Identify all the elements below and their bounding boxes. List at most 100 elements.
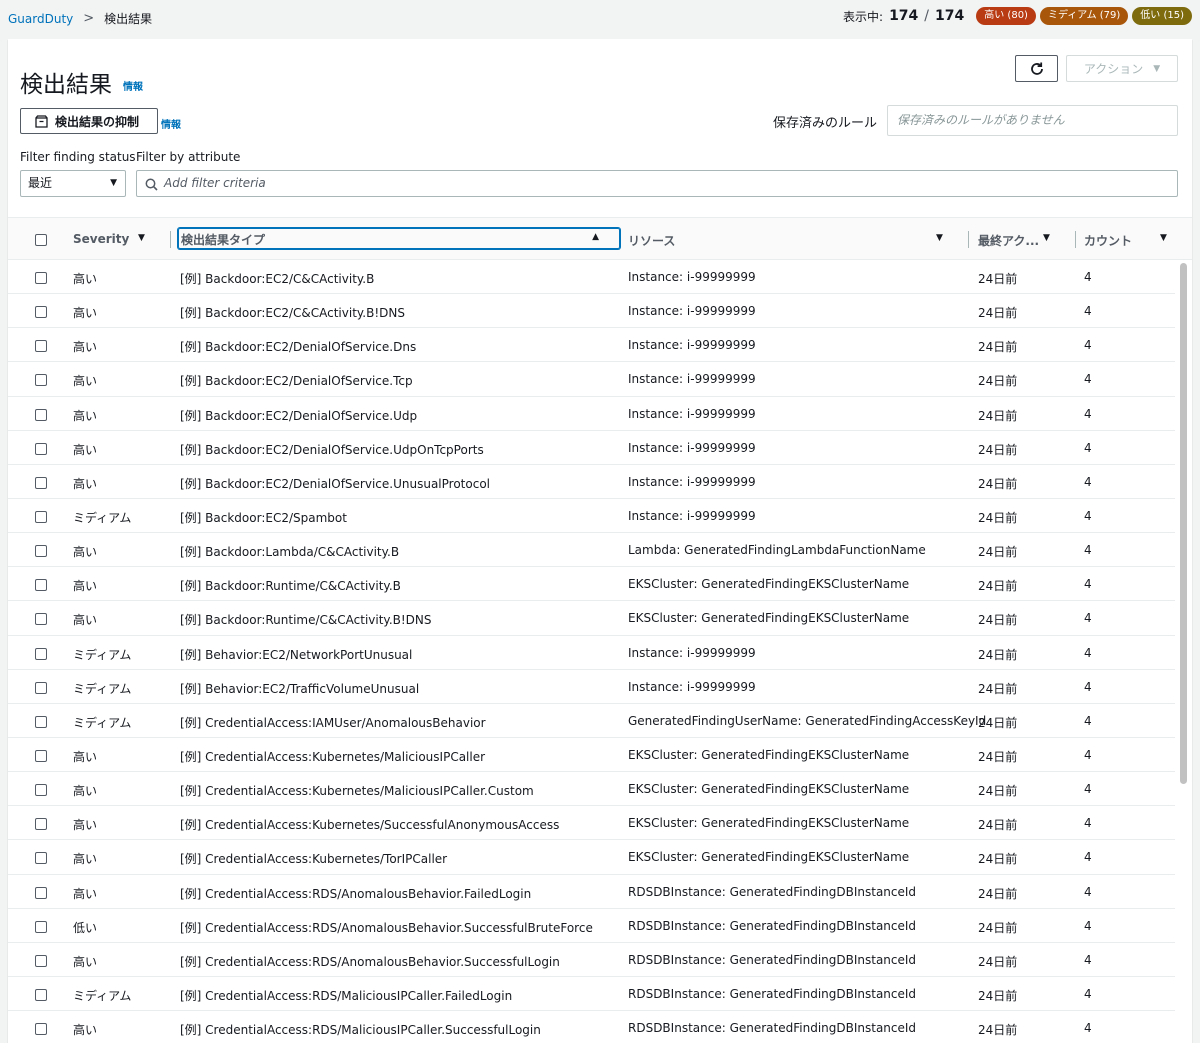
row-last-seen: 24日前 bbox=[978, 545, 1018, 560]
table-row[interactable]: 高い [例] CredentialAccess:Kubernetes/Malici… bbox=[8, 738, 1175, 773]
select-all-checkbox[interactable] bbox=[35, 234, 47, 246]
row-finding-type[interactable]: [例] Backdoor:EC2/DenialOfService.Tcp bbox=[180, 372, 413, 389]
table-row[interactable]: ミディアム [例] CredentialAccess:RDS/MaliciousI… bbox=[8, 977, 1175, 1012]
table-row[interactable]: ミディアム [例] Behavior:EC2/TrafficVolumeUnusu… bbox=[8, 670, 1175, 704]
row-finding-type[interactable]: [例] Backdoor:Lambda/C&CActivity.B bbox=[180, 543, 399, 560]
row-checkbox[interactable] bbox=[35, 715, 47, 728]
row-checkbox[interactable] bbox=[35, 954, 47, 967]
actions-dropdown[interactable]: アクション ▼ bbox=[1066, 55, 1178, 82]
row-checkbox[interactable] bbox=[35, 988, 47, 1001]
row-finding-type[interactable]: [例] Behavior:EC2/TrafficVolumeUnusual bbox=[180, 680, 419, 697]
row-checkbox[interactable] bbox=[35, 613, 47, 626]
row-checkbox[interactable] bbox=[35, 749, 47, 762]
column-count[interactable]: カウント bbox=[1084, 232, 1132, 249]
title-info-link[interactable]: 情報 bbox=[123, 78, 143, 93]
row-finding-type[interactable]: [例] Backdoor:EC2/DenialOfService.Udp bbox=[180, 407, 417, 424]
table-row[interactable]: 高い [例] Backdoor:EC2/DenialOfService.Udp In… bbox=[8, 397, 1175, 431]
row-checkbox[interactable] bbox=[35, 374, 47, 387]
row-finding-type[interactable]: [例] Backdoor:EC2/Spambot bbox=[180, 509, 347, 526]
row-finding-type[interactable]: [例] CredentialAccess:RDS/AnomalousBehavi… bbox=[180, 919, 593, 936]
table-row[interactable]: 高い [例] CredentialAccess:RDS/AnomalousBeha… bbox=[8, 875, 1175, 909]
row-checkbox[interactable] bbox=[35, 647, 47, 660]
row-checkbox[interactable] bbox=[35, 579, 47, 592]
row-finding-type[interactable]: [例] Backdoor:Runtime/C&CActivity.B bbox=[180, 577, 401, 594]
row-checkbox[interactable] bbox=[35, 442, 47, 455]
row-finding-type[interactable]: [例] Backdoor:EC2/DenialOfService.Dns bbox=[180, 338, 416, 355]
row-checkbox[interactable] bbox=[35, 545, 47, 558]
row-finding-type[interactable]: [例] CredentialAccess:IAMUser/AnomalousBe… bbox=[180, 714, 486, 731]
table-row[interactable]: ミディアム [例] CredentialAccess:IAMUser/Anomal… bbox=[8, 704, 1175, 738]
row-checkbox[interactable] bbox=[35, 340, 47, 353]
row-finding-type[interactable]: [例] Backdoor:EC2/C&CActivity.B bbox=[180, 270, 374, 287]
low-severity-badge[interactable]: 低い (15) bbox=[1132, 7, 1192, 25]
row-last-seen: 24日前 bbox=[978, 442, 1018, 457]
finding-status-select[interactable]: 最近 ▼ bbox=[20, 170, 126, 197]
column-divider[interactable] bbox=[170, 231, 171, 248]
row-checkbox[interactable] bbox=[35, 920, 47, 933]
table-row[interactable]: 高い [例] Backdoor:Runtime/C&CActivity.B!DNS… bbox=[8, 601, 1175, 636]
row-count: 4 bbox=[1084, 508, 1092, 523]
table-row[interactable]: 高い [例] Backdoor:Runtime/C&CActivity.B EKSC… bbox=[8, 567, 1175, 602]
breadcrumb-guardduty-link[interactable]: GuardDuty bbox=[8, 12, 73, 26]
row-finding-type[interactable]: [例] CredentialAccess:RDS/MaliciousIPCall… bbox=[180, 987, 512, 1004]
column-divider[interactable] bbox=[968, 231, 969, 248]
column-resource[interactable]: リソース bbox=[628, 232, 675, 249]
table-row[interactable]: 高い [例] CredentialAccess:Kubernetes/Malici… bbox=[8, 772, 1175, 807]
row-checkbox[interactable] bbox=[35, 476, 47, 489]
row-count: 4 bbox=[1084, 440, 1092, 455]
sort-severity-icon[interactable]: ▼ bbox=[138, 233, 145, 243]
row-finding-type[interactable]: [例] Backdoor:EC2/DenialOfService.Unusual… bbox=[180, 475, 490, 492]
table-row[interactable]: 低い [例] CredentialAccess:RDS/AnomalousBeha… bbox=[8, 909, 1175, 943]
row-finding-type[interactable]: [例] CredentialAccess:RDS/AnomalousBehavi… bbox=[180, 885, 531, 902]
column-severity[interactable]: Severity bbox=[73, 232, 129, 246]
row-checkbox[interactable] bbox=[35, 408, 47, 421]
row-finding-type[interactable]: [例] Backdoor:EC2/C&CActivity.B!DNS bbox=[180, 304, 405, 321]
table-row[interactable]: 高い [例] Backdoor:EC2/DenialOfService.Dns In… bbox=[8, 328, 1175, 363]
table-row[interactable]: ミディアム [例] Backdoor:EC2/Spambot Instance: i… bbox=[8, 499, 1175, 534]
sort-last-seen-icon[interactable]: ▼ bbox=[1043, 233, 1050, 243]
row-finding-type[interactable]: [例] Backdoor:Runtime/C&CActivity.B!DNS bbox=[180, 611, 432, 628]
row-finding-type[interactable]: [例] CredentialAccess:Kubernetes/Maliciou… bbox=[180, 782, 534, 799]
row-finding-type[interactable]: [例] Backdoor:EC2/DenialOfService.UdpOnTc… bbox=[180, 441, 484, 458]
row-finding-type[interactable]: [例] CredentialAccess:RDS/AnomalousBehavi… bbox=[180, 953, 560, 970]
row-finding-type[interactable]: [例] CredentialAccess:Kubernetes/TorIPCal… bbox=[180, 850, 447, 867]
row-finding-type[interactable]: [例] CredentialAccess:Kubernetes/Maliciou… bbox=[180, 748, 485, 765]
table-row[interactable]: 高い [例] Backdoor:EC2/C&CActivity.B Instance… bbox=[8, 260, 1175, 295]
table-row[interactable]: 高い [例] Backdoor:EC2/DenialOfService.UdpOn… bbox=[8, 431, 1175, 465]
row-checkbox[interactable] bbox=[35, 784, 47, 797]
row-checkbox[interactable] bbox=[35, 818, 47, 831]
sort-count-icon[interactable]: ▼ bbox=[1160, 233, 1167, 243]
table-row[interactable]: 高い [例] Backdoor:Lambda/C&CActivity.B Lambd… bbox=[8, 533, 1175, 568]
table-row[interactable]: 高い [例] Backdoor:EC2/DenialOfService.Unusu… bbox=[8, 465, 1175, 499]
suppress-findings-button[interactable]: 検出結果の抑制 bbox=[20, 108, 158, 134]
vertical-scrollbar[interactable] bbox=[1180, 263, 1187, 784]
row-checkbox[interactable] bbox=[35, 306, 47, 319]
medium-severity-badge[interactable]: ミディアム (79) bbox=[1039, 7, 1129, 25]
table-row[interactable]: 高い [例] Backdoor:EC2/DenialOfService.Tcp In… bbox=[8, 362, 1175, 397]
row-finding-type[interactable]: [例] Behavior:EC2/NetworkPortUnusual bbox=[180, 646, 412, 663]
table-row[interactable]: 高い [例] CredentialAccess:Kubernetes/TorIPC… bbox=[8, 840, 1175, 875]
column-type-sorted[interactable]: 検出結果タイプ ▲ bbox=[178, 228, 620, 249]
row-resource: Instance: i-99999999 bbox=[628, 440, 756, 455]
saved-rules-select[interactable]: 保存済みのルールがありません bbox=[887, 105, 1178, 136]
column-divider[interactable] bbox=[1075, 231, 1076, 248]
table-row[interactable]: 高い [例] CredentialAccess:Kubernetes/Succes… bbox=[8, 806, 1175, 841]
filter-criteria-input[interactable]: Add filter criteria bbox=[136, 170, 1178, 197]
row-checkbox[interactable] bbox=[35, 272, 47, 284]
row-checkbox[interactable] bbox=[35, 681, 47, 694]
row-finding-type[interactable]: [例] CredentialAccess:RDS/MaliciousIPCall… bbox=[180, 1021, 541, 1038]
column-last-seen[interactable]: 最終アク... bbox=[978, 232, 1039, 249]
table-row[interactable]: ミディアム [例] Behavior:EC2/NetworkPortUnusual… bbox=[8, 636, 1175, 670]
table-row[interactable]: 高い [例] Backdoor:EC2/C&CActivity.B!DNS Inst… bbox=[8, 294, 1175, 329]
row-checkbox[interactable] bbox=[35, 886, 47, 899]
row-checkbox[interactable] bbox=[35, 510, 47, 523]
row-checkbox[interactable] bbox=[35, 1023, 47, 1036]
table-row[interactable]: 高い [例] CredentialAccess:RDS/MaliciousIPCa… bbox=[8, 1011, 1175, 1043]
refresh-button[interactable] bbox=[1015, 55, 1058, 82]
sort-resource-icon[interactable]: ▼ bbox=[936, 233, 943, 243]
table-row[interactable]: 高い [例] CredentialAccess:RDS/AnomalousBeha… bbox=[8, 943, 1175, 977]
row-finding-type[interactable]: [例] CredentialAccess:Kubernetes/Successf… bbox=[180, 816, 559, 833]
high-severity-badge[interactable]: 高い (80) bbox=[976, 7, 1036, 25]
suppress-info-link[interactable]: 情報 bbox=[161, 116, 181, 131]
row-checkbox[interactable] bbox=[35, 852, 47, 865]
